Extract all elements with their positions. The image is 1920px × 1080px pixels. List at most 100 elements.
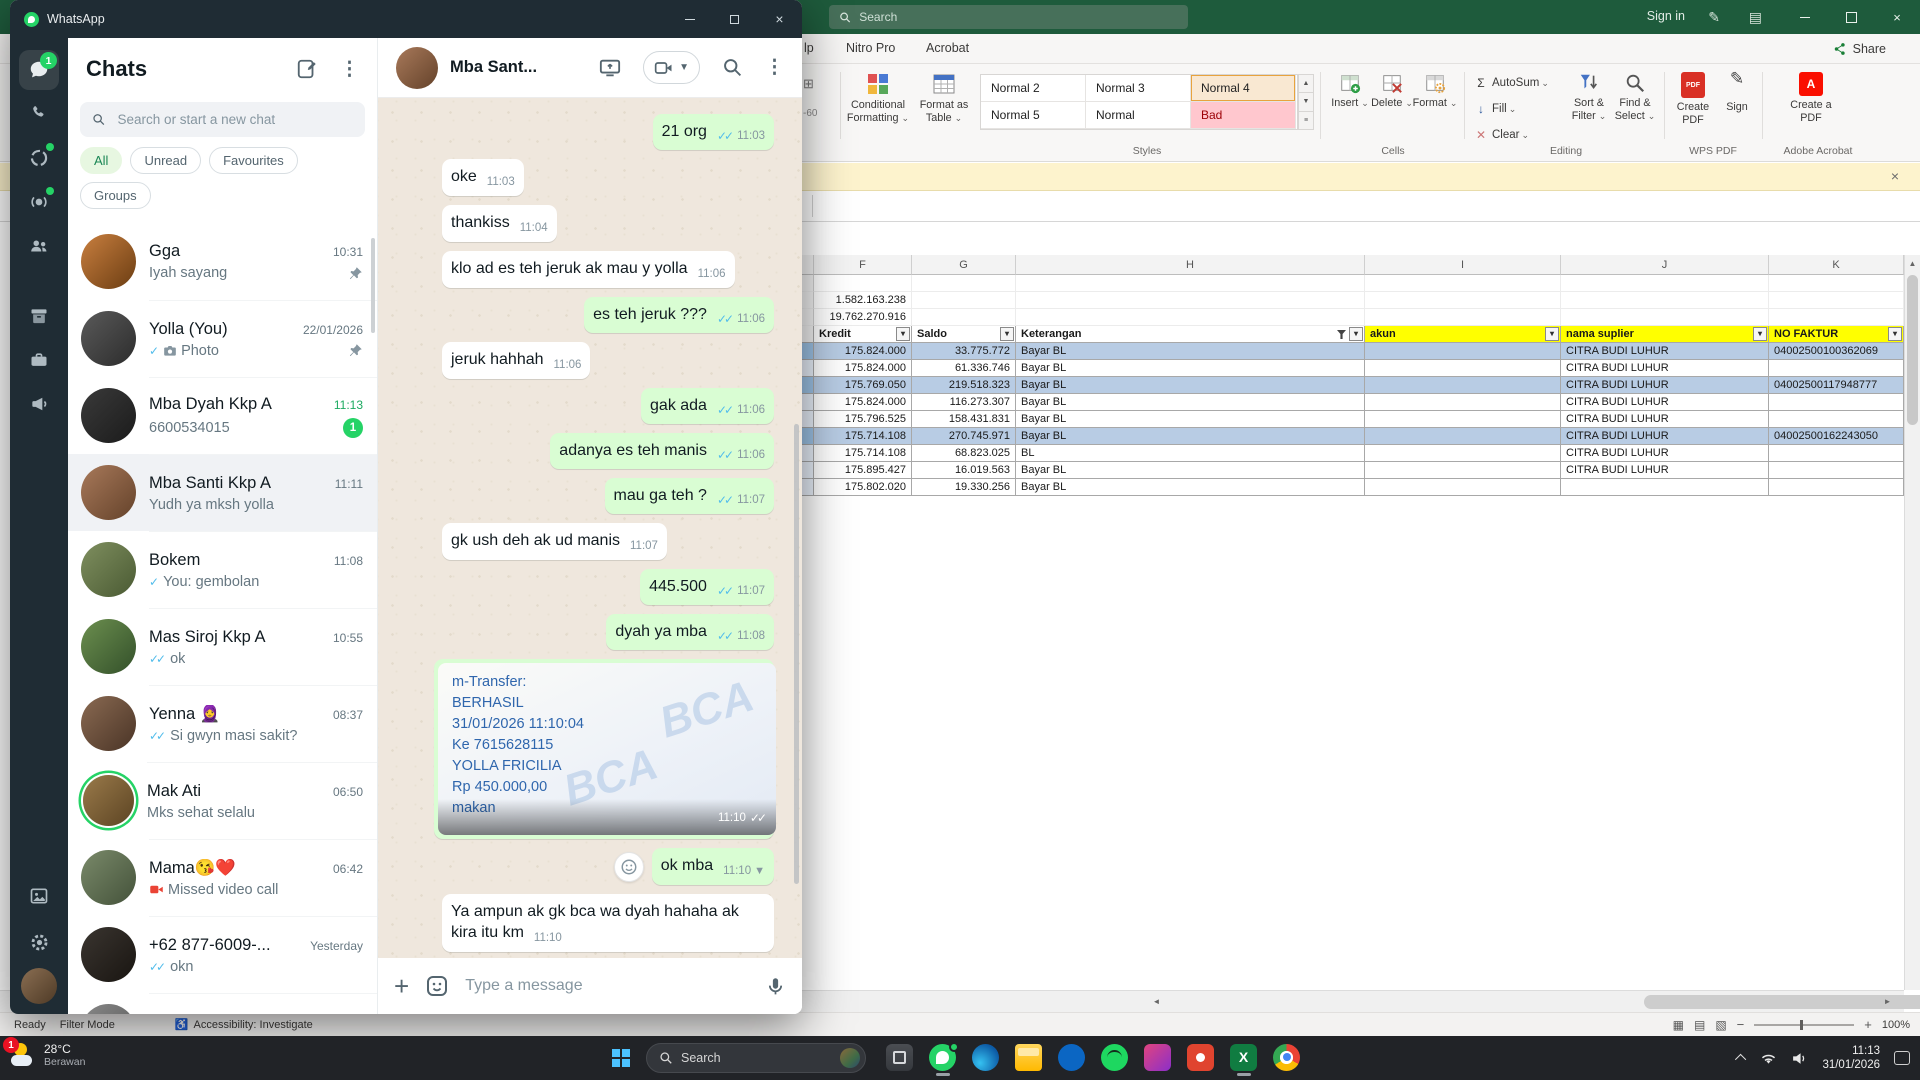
sheet-cell[interactable] xyxy=(912,309,1016,326)
zoom-out-icon[interactable]: − xyxy=(1737,1017,1745,1032)
sheet-cell[interactable] xyxy=(802,445,814,462)
tray-overflow-icon[interactable] xyxy=(1735,1053,1747,1066)
sheet-cell[interactable] xyxy=(1365,479,1561,496)
message-bubble[interactable]: adanya es teh manis ✓✓ 11:06 xyxy=(550,433,774,469)
chat-list-item[interactable]: Bokem 11:08 ✓ You: gembolan xyxy=(68,531,377,608)
filter-chip-all[interactable]: All xyxy=(80,147,123,174)
table-header-saldo[interactable]: Saldo ▾ xyxy=(912,326,1016,343)
sheet-cell[interactable]: Bayar BL xyxy=(1016,394,1365,411)
sheet-cell[interactable]: BL xyxy=(1016,445,1365,462)
column-header-H[interactable]: H xyxy=(1016,255,1365,275)
clear-button[interactable]: ✕ Clear xyxy=(1474,128,1529,142)
notification-center-icon[interactable] xyxy=(1894,1051,1910,1065)
chat-list-item[interactable]: Mama😘❤️ 06:42 Missed video call xyxy=(68,839,377,916)
blue-app-icon[interactable] xyxy=(1058,1043,1085,1073)
message-bubble[interactable]: thankiss 11:04 xyxy=(442,205,557,242)
sheet-cell[interactable] xyxy=(1769,360,1904,377)
sheet-cell[interactable] xyxy=(802,360,814,377)
sheet-cell[interactable]: 16.019.563 xyxy=(912,462,1016,479)
sheet-cell[interactable]: 175.824.000 xyxy=(814,360,912,377)
volume-icon[interactable] xyxy=(1791,1052,1808,1065)
sheet-cell[interactable]: 61.336.746 xyxy=(912,360,1016,377)
sheet-cell[interactable]: 158.431.831 xyxy=(912,411,1016,428)
vertical-scrollbar[interactable]: ▲ xyxy=(1904,255,1920,990)
message-bubble[interactable]: gak ada ✓✓ 11:06 xyxy=(641,388,774,424)
sheet-cell[interactable] xyxy=(802,462,814,479)
sign-button[interactable]: ✎ Sign xyxy=(1718,70,1756,114)
message-bar-close-icon[interactable]: × xyxy=(1886,168,1904,184)
weather-widget[interactable]: 1 28°C Berawan xyxy=(3,1037,85,1069)
message-bubble[interactable]: mau ga teh ? ✓✓ 11:07 xyxy=(604,478,774,514)
vertical-scroll-thumb[interactable] xyxy=(1907,275,1918,425)
chat-list-item[interactable]: Mak Ati 06:50 Mks sehat selalu xyxy=(68,762,377,839)
sheet-cell[interactable] xyxy=(1365,343,1561,360)
sheet-cell[interactable]: 175.796.525 xyxy=(814,411,912,428)
sheet-cell[interactable]: 175.895.427 xyxy=(814,462,912,479)
sheet-cell[interactable] xyxy=(1561,479,1769,496)
sheet-cell[interactable] xyxy=(912,292,1016,309)
purple-app-icon[interactable] xyxy=(1144,1043,1171,1073)
sheet-cell[interactable] xyxy=(1365,360,1561,377)
attach-icon[interactable]: + xyxy=(394,973,409,999)
taskbar-clock[interactable]: 11:13 31/01/2026 xyxy=(1822,1044,1880,1072)
calls-tab[interactable] xyxy=(19,94,59,134)
style-bad[interactable]: Bad xyxy=(1191,102,1296,129)
chat-search-input[interactable] xyxy=(117,112,353,127)
conversation-header[interactable]: Mba Sant... ▼ ⋮ xyxy=(378,38,802,98)
sheet-cell[interactable] xyxy=(1016,275,1365,292)
message-bubble[interactable]: klo ad es teh jeruk ak mau y yolla 11:06 xyxy=(442,251,735,288)
sheet-cell[interactable]: 175.769.050 xyxy=(814,377,912,394)
excel-search-input[interactable] xyxy=(859,10,1178,24)
format-cells-button[interactable]: Format xyxy=(1413,72,1456,110)
message-bubble[interactable]: es teh jeruk ??? ✓✓ 11:06 xyxy=(584,297,774,333)
sheet-cell[interactable]: Bayar BL xyxy=(1016,411,1365,428)
create-pdf-button[interactable]: PDF Create PDF xyxy=(1670,72,1716,127)
chat-search-bar[interactable] xyxy=(80,102,365,137)
advertise-tab[interactable] xyxy=(19,384,59,424)
sheet-cell[interactable] xyxy=(1365,428,1561,445)
sheet-cell[interactable] xyxy=(1365,394,1561,411)
react-button[interactable] xyxy=(613,851,644,882)
status-accessibility[interactable]: ♿ Accessibility: Investigate xyxy=(175,1018,313,1032)
gallery-down-icon[interactable]: ▼ xyxy=(1298,93,1314,112)
tab-help-partial[interactable]: lp xyxy=(804,41,814,55)
sheet-cell[interactable]: 04002500162243050 xyxy=(1769,428,1904,445)
transfer-receipt-image[interactable]: m-Transfer: BERHASIL 31/01/2026 11:10:04 Ke… xyxy=(438,663,776,835)
sheet-cell[interactable]: 19.762.270.916 xyxy=(814,309,912,326)
conversation-menu-icon[interactable]: ⋮ xyxy=(765,56,784,79)
sheet-cell[interactable] xyxy=(1561,275,1769,292)
sheet-cell[interactable] xyxy=(912,275,1016,292)
insert-cells-button[interactable]: Insert xyxy=(1330,72,1370,110)
message-bubble[interactable]: gk ush deh ak ud manis 11:07 xyxy=(442,523,667,560)
wifi-icon[interactable] xyxy=(1760,1052,1777,1065)
sheet-cell[interactable]: CITRA BUDI LUHUR xyxy=(1561,394,1769,411)
whatsapp-icon[interactable] xyxy=(929,1041,959,1076)
sheet-cell[interactable] xyxy=(802,428,814,445)
chat-list-item[interactable]: Yenna 🧕 08:37 ✓✓ Si gwyn masi sakit? xyxy=(68,685,377,762)
page-break-view-icon[interactable]: ▧ xyxy=(1715,1018,1726,1032)
sheet-cell[interactable]: Bayar BL xyxy=(1016,343,1365,360)
delete-cells-button[interactable]: Delete xyxy=(1371,72,1412,110)
style-normal-5[interactable]: Normal 5 xyxy=(981,102,1086,129)
new-chat-icon[interactable] xyxy=(296,58,318,80)
style-normal-3[interactable]: Normal 3 xyxy=(1086,75,1191,102)
settings-tab[interactable] xyxy=(19,922,59,962)
autosum-button[interactable]: Σ AutoSum xyxy=(1474,76,1549,90)
sheet-cell[interactable]: 270.745.971 xyxy=(912,428,1016,445)
zoom-in-icon[interactable]: + xyxy=(1864,1017,1872,1032)
sheet-cell[interactable]: CITRA BUDI LUHUR xyxy=(1561,377,1769,394)
chat-list-item[interactable]: Mba Dyah Kkp A 11:13 6600534015 1 xyxy=(68,377,377,454)
filter-chip-favourites[interactable]: Favourites xyxy=(209,147,298,174)
style-normal-2[interactable]: Normal 2 xyxy=(981,75,1086,102)
sheet-cell[interactable] xyxy=(1769,309,1904,326)
conversation-avatar[interactable] xyxy=(396,46,438,89)
excel-close-button[interactable]: × xyxy=(1874,0,1920,34)
whatsapp-close-button[interactable]: × xyxy=(757,0,802,38)
chrome-icon[interactable] xyxy=(1273,1043,1300,1073)
conversation-contact-name[interactable]: Mba Sant... xyxy=(450,58,537,77)
chat-list-item[interactable]: +62 877-6009-... Yesterday ✓✓ okn xyxy=(68,916,377,993)
sheet-cell[interactable] xyxy=(802,343,814,360)
sheet-cell[interactable] xyxy=(802,479,814,496)
whatsapp-maximize-button[interactable] xyxy=(712,0,757,38)
video-call-button[interactable]: ▼ xyxy=(643,51,700,84)
